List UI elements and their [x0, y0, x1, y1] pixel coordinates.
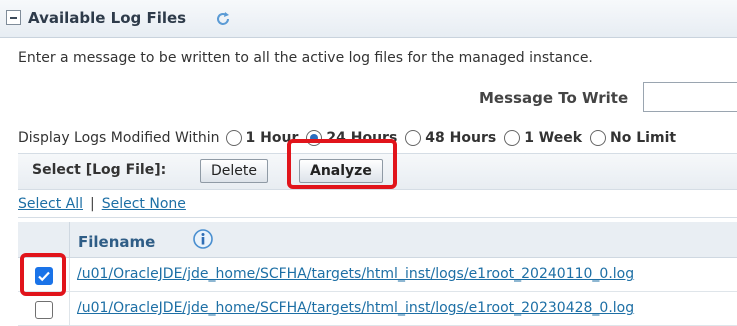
filename-column-header[interactable]: Filename: [78, 233, 155, 251]
radio-1-week[interactable]: [504, 130, 521, 146]
select-none-link[interactable]: Select None: [102, 196, 186, 212]
collapse-icon[interactable]: [6, 10, 21, 25]
message-label: Message To Write: [479, 89, 629, 107]
table-row: /u01/OracleJDE/jde_home/SCFHA/targets/ht…: [18, 292, 737, 326]
radio-1-week-label: 1 Week: [524, 130, 583, 146]
radio-1-hour[interactable]: [225, 130, 242, 146]
radio-no-limit[interactable]: [590, 130, 607, 146]
delete-button[interactable]: Delete: [200, 159, 268, 183]
refresh-icon[interactable]: [215, 11, 231, 31]
table-header: Filename: [18, 222, 737, 258]
select-all-link[interactable]: Select All: [18, 196, 83, 212]
radio-no-limit-label: No Limit: [610, 130, 677, 146]
radio-48-hours[interactable]: [405, 130, 422, 146]
filename-link[interactable]: /u01/OracleJDE/jde_home/SCFHA/targets/ht…: [77, 266, 634, 282]
info-icon[interactable]: [192, 228, 214, 254]
select-log-file-label: Select [Log File]:: [32, 162, 167, 178]
log-files-table: Filename /u01/OracleJDE/jde_home/SCFHA/t…: [18, 217, 737, 326]
selection-separator: |: [90, 195, 95, 212]
checkbox-highlight-box: [20, 253, 66, 296]
message-input[interactable]: [643, 82, 737, 112]
panel-description: Enter a message to be written to all the…: [18, 50, 593, 66]
panel-header: Available Log Files: [0, 0, 737, 38]
analyze-highlight-box: [287, 139, 397, 189]
row-checkbox[interactable]: [35, 301, 53, 319]
panel-title: Available Log Files: [28, 9, 187, 27]
radio-48-hours-label: 48 Hours: [425, 130, 497, 146]
table-row: /u01/OracleJDE/jde_home/SCFHA/targets/ht…: [18, 258, 737, 292]
display-logs-label: Display Logs Modified Within: [18, 130, 220, 146]
row-checkbox-cell: [18, 292, 70, 325]
selection-links: Select All | Select None: [18, 190, 737, 217]
filename-link[interactable]: /u01/OracleJDE/jde_home/SCFHA/targets/ht…: [77, 300, 634, 316]
